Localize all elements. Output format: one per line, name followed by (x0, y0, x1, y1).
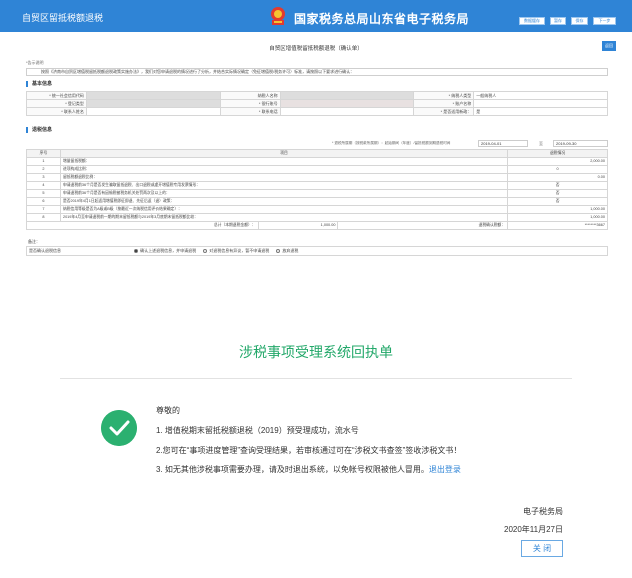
success-check-icon (101, 410, 137, 446)
receipt-line-1: 1. 增值税期末留抵税额退税（2019）预受理成功，流水号 (156, 426, 359, 435)
site-title: 国家税务总局山东省电子税务局 (294, 12, 470, 26)
table-row: 1 增量留抵税额： 2,000.00 (27, 158, 608, 166)
module-title: 自贸区留抵税额退税 (22, 13, 104, 23)
form-title: 自贸区增值税留抵税额退税（确认单） (269, 46, 363, 52)
next-step-button[interactable]: 下一步 (593, 17, 616, 25)
bank-account-field[interactable] (280, 100, 415, 108)
top-header: 自贸区留抵税额退税 国家税务总局山东省电子税务局 数据缓存 暂存 保存 下一步 (0, 0, 632, 32)
refund-table: 序号 项目 退税情况 1 增量留抵税额： 2,000.00 2 进项构成比例： 0 3留… (26, 149, 608, 230)
basic-info-grid: * 统一社会信用代码 纳税人名称 * 纳税人类型 一般纳税人 * 登记类型 * … (26, 91, 609, 116)
radio-unchecked-icon (276, 248, 281, 253)
receipt-greeting: 尊敬的 (156, 406, 180, 415)
divider (60, 378, 572, 379)
taxpayer-name-field[interactable] (280, 92, 415, 100)
row-select[interactable]: 否 (508, 198, 608, 206)
table-row: 8 2019年4月至申请退税前一期的期末留抵税额与2019年3月底期末留抵税额比较… (27, 214, 608, 222)
period-start-input[interactable]: 2019-04-01 (478, 140, 528, 147)
credit-code-field[interactable] (86, 92, 221, 100)
receipt-org: 电子税务局 (523, 507, 563, 516)
table-row: 7 纳税信用等级是否为A级或B级（按最近一次纳税信用评价结果确定）： 1,000.0… (27, 206, 608, 214)
receipt-date: 2020年11月27日 (504, 525, 563, 534)
cache-data-button[interactable]: 数据缓存 (519, 17, 545, 25)
section-refund-info: 退税信息 (26, 127, 52, 133)
table-row: 6 是否2019年4月1日起适用增值税即征即退、先征后返（退）政策：否 (27, 198, 608, 206)
row-select[interactable]: 否 (508, 182, 608, 190)
table-row: 5 申请退税前36个月是否有因偷税被税务机关处罚两次及以上的：否 (27, 190, 608, 198)
new-policy-select[interactable]: 是 (474, 108, 609, 116)
period-to-label: 至 (539, 141, 543, 146)
registration-type-select[interactable] (86, 100, 221, 108)
save-button[interactable]: 保存 (571, 17, 588, 25)
tax-emblem-icon (271, 7, 285, 25)
basic-row: * 统一社会信用代码 纳税人名称 * 纳税人类型 一般纳税人 (27, 92, 609, 100)
table-row: 4 申请退税前36个月是否发生骗取留抵退税、出口退税或虚开增值税专用发票情形：否 (27, 182, 608, 190)
period-label: * 退税所属期（按税款所属期）：起始期间（年度）/留抵税额到期退税时间 (332, 141, 451, 145)
save-draft-button[interactable]: 暂存 (550, 17, 566, 25)
table-row: 3 留抵税额退税比例： 0.00 (27, 174, 608, 182)
taxpayer-type-select[interactable]: 一般纳税人 (474, 92, 609, 100)
radio-give-up[interactable]: 放弃退税 (276, 247, 298, 255)
account-name-field[interactable] (474, 100, 609, 108)
radio-checked-icon (134, 248, 139, 253)
section-basic-info: 基本信息 (26, 81, 52, 87)
table-total-row: 总计（本期退税金额）： 1,000.00 退税确认税额： ********366… (27, 222, 608, 230)
receipt-line-2: 2.您可在“事项进度管理”查询受理结果，若审核通过可在“涉税文书查签”签收涉税文… (156, 446, 462, 455)
close-button[interactable]: 关 闭 (521, 540, 563, 557)
basic-row: * 联系人姓名 * 联系电话 * 是否适用新政： 是 (27, 108, 609, 116)
basic-row: * 登记类型 * 银行账号 * 账户名称 (27, 100, 609, 108)
radio-confirm[interactable]: 确认上述退税信息，并申请退税 (134, 247, 196, 255)
receipt-line-3: 3. 如无其他涉税事项需要办理，请及时退出系统，以免帐号权限被他人冒用。退出登录 (156, 465, 461, 474)
radio-unchecked-icon (203, 248, 208, 253)
table-header-row: 序号 项目 退税情况 (27, 150, 608, 158)
back-button[interactable]: 返回 (602, 41, 616, 51)
row-select[interactable]: 否 (508, 190, 608, 198)
notice-text: 按照《济南市自贸区增值税留抵税额退税政策实施办法》，我们对您申请退税的情况进行了… (26, 68, 608, 76)
period-end-input[interactable]: 2019-09-30 (553, 140, 608, 147)
contact-phone-field[interactable] (280, 108, 415, 116)
logout-link[interactable]: 退出登录 (429, 465, 461, 474)
contact-name-field[interactable] (86, 108, 221, 116)
radio-object[interactable]: 对退税信息有异议，暂不申请退税 (203, 247, 269, 255)
notice-label: *告示说明 (26, 60, 44, 65)
receipt-title: 涉税事项受理系统回执单 (239, 344, 393, 360)
remark-label: 备注： (28, 239, 40, 244)
table-row: 2 进项构成比例： 0 (27, 166, 608, 174)
confirm-radio-group: 是否确认退税信息 确认上述退税信息，并申请退税 对退税信息有异议，暂不申请退税 … (26, 246, 608, 256)
